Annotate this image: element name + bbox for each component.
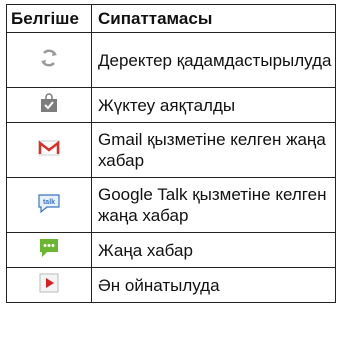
icon-cell [6,267,92,303]
download-complete-bag-icon [38,92,60,119]
header-description: Сипаттамасы [91,4,336,33]
description-cell: Gmail қызметіне келген жаңа хабар [91,122,336,178]
description-cell: Google Talk қызметіне келген жаңа хабар [91,177,336,233]
table-row: Жүктеу аяқталды [6,87,336,123]
description-cell: Жаңа хабар [91,232,336,268]
table-row: Деректер қадамдастырылуда [6,32,336,88]
description-cell: Ән ойнатылуда [91,267,336,303]
header-icon: Белгіше [6,4,92,33]
svg-text:talk: talk [43,199,55,206]
icon-cell [6,32,92,88]
icon-cell [6,232,92,268]
music-playing-icon [38,272,60,299]
description-cell: Жүктеу аяқталды [91,87,336,123]
table-header-row: Белгіше Сипаттамасы [6,4,336,33]
description-cell: Деректер қадамдастырылуда [91,32,336,88]
gmail-icon [37,138,61,163]
sync-arrows-icon [38,47,60,74]
table-row: Ән ойнатылуда [6,267,336,303]
icon-cell: talk [6,177,92,233]
table-row: Жаңа хабар [6,232,336,268]
google-talk-icon: talk [36,192,62,219]
table-row: talk Google Talk қызметіне келген жаңа х… [6,177,336,233]
status-icons-table: Белгіше Сипаттамасы Деректер қадамдастыр… [6,4,336,303]
new-message-icon [37,237,61,264]
icon-cell [6,87,92,123]
icon-cell [6,122,92,178]
table-row: Gmail қызметіне келген жаңа хабар [6,122,336,178]
